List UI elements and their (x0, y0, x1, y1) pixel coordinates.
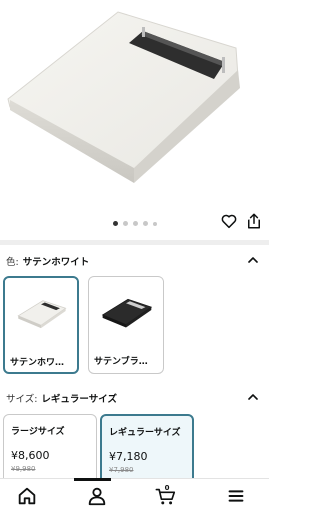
product-illustration (7, 11, 240, 183)
color-section-header[interactable]: 色: サテンホワイト (0, 250, 269, 272)
menu-icon[interactable] (225, 485, 247, 507)
carousel-dot[interactable] (122, 221, 128, 226)
black-variant-thumbnail (89, 277, 163, 345)
size-option-old-price: ¥7,980 (109, 466, 134, 474)
home-icon[interactable] (16, 485, 38, 507)
bottom-navigation-bar: 0 (0, 478, 269, 512)
share-icon[interactable] (245, 212, 263, 230)
size-option-old-price: ¥9,980 (11, 465, 36, 473)
size-option-price: ¥8,600 (11, 449, 50, 462)
size-option-price: ¥7,180 (109, 450, 148, 463)
carousel-dot[interactable] (152, 221, 157, 226)
cart-button[interactable]: 0 (155, 484, 177, 507)
active-tab-indicator (74, 478, 111, 481)
chevron-up-icon[interactable] (247, 254, 259, 266)
color-option-satin-white[interactable]: サテンホワ… (3, 276, 79, 374)
product-image[interactable] (0, 0, 269, 210)
size-option-name: ラージサイズ (11, 427, 65, 437)
size-option-large[interactable]: ラージサイズ ¥8,600 ¥9,980 (3, 414, 97, 484)
color-option-satin-black[interactable]: サテンブラ… (88, 276, 164, 374)
heart-icon[interactable] (220, 212, 238, 230)
selected-size: レギュラーサイズ (41, 394, 117, 405)
carousel-dot[interactable] (142, 221, 148, 226)
cart-count-badge: 0 (164, 484, 170, 492)
size-option-regular[interactable]: レギュラーサイズ ¥7,180 ¥7,980 (100, 414, 194, 484)
selected-color: サテンホワイト (22, 257, 90, 268)
size-label: サイズ: (6, 394, 38, 405)
account-icon[interactable] (86, 485, 108, 507)
size-section-header[interactable]: サイズ: レギュラーサイズ (0, 387, 269, 409)
carousel-dot[interactable] (112, 221, 118, 226)
carousel-dot[interactable] (132, 221, 138, 226)
section-divider (0, 240, 269, 245)
size-option-name: レギュラーサイズ (109, 428, 181, 438)
white-variant-thumbnail (5, 279, 77, 345)
color-label: 色: (6, 257, 19, 268)
chevron-up-icon[interactable] (247, 391, 259, 403)
color-option-name: サテンブラ… (94, 357, 148, 367)
color-option-name: サテンホワ… (10, 358, 65, 368)
